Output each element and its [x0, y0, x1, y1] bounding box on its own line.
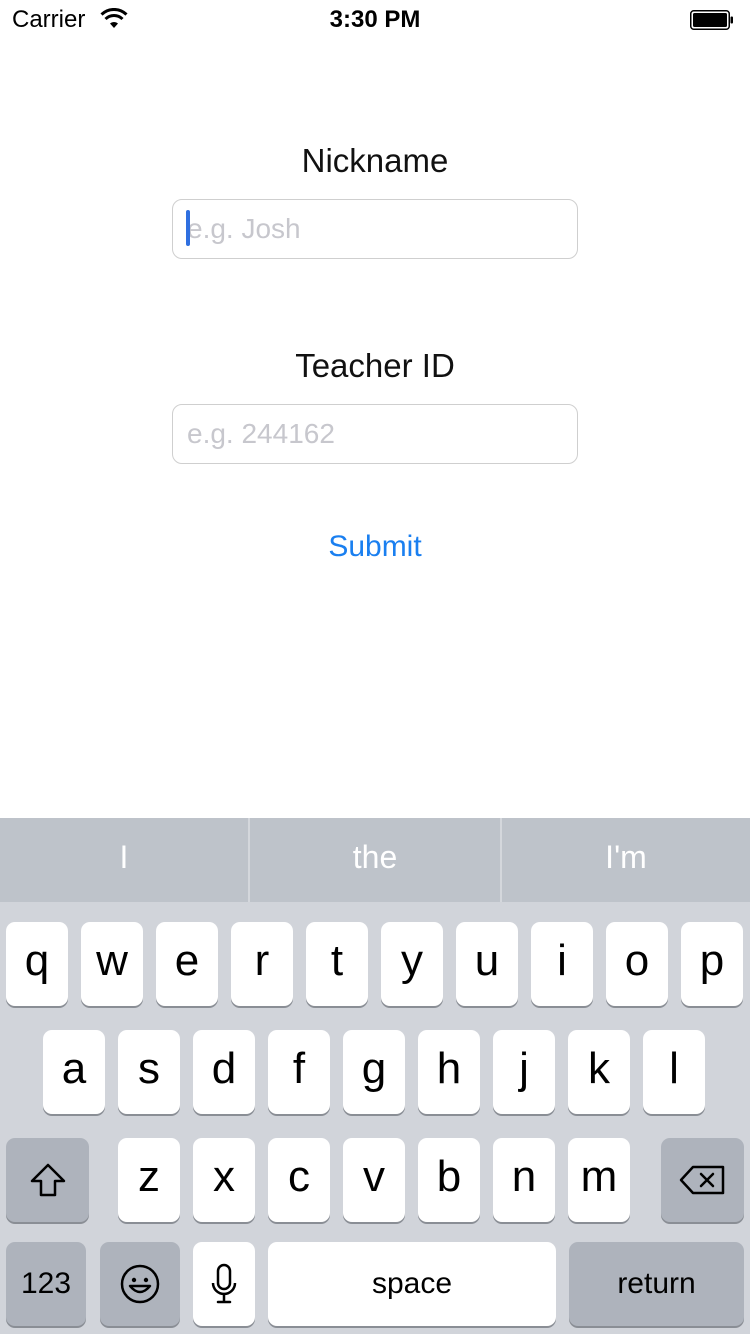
suggestion-1[interactable]: I — [0, 818, 248, 902]
space-key[interactable]: space — [268, 1242, 556, 1326]
key-y[interactable]: y — [381, 922, 443, 1006]
key-v[interactable]: v — [343, 1138, 405, 1222]
keyboard: I the I'm q w e r t y u i o p a s d f g … — [0, 818, 750, 1334]
text-cursor — [186, 210, 190, 246]
suggestion-2[interactable]: the — [250, 818, 500, 902]
status-bar: Carrier 3:30 PM — [0, 0, 750, 40]
microphone-icon — [211, 1263, 237, 1304]
key-n[interactable]: n — [493, 1138, 555, 1222]
nickname-input[interactable] — [173, 200, 577, 258]
teacher-id-field[interactable] — [172, 404, 578, 464]
key-x[interactable]: x — [193, 1138, 255, 1222]
key-k[interactable]: k — [568, 1030, 630, 1114]
delete-key[interactable] — [661, 1138, 744, 1222]
key-u[interactable]: u — [456, 922, 518, 1006]
teacher-id-label: Teacher ID — [295, 347, 455, 384]
key-w[interactable]: w — [81, 922, 143, 1006]
shift-icon — [30, 1163, 65, 1197]
key-f[interactable]: f — [268, 1030, 330, 1114]
teacher-id-input[interactable] — [173, 405, 577, 463]
battery-icon — [690, 10, 733, 30]
return-key[interactable]: return — [569, 1242, 744, 1326]
numbers-key[interactable]: 123 — [6, 1242, 86, 1326]
emoji-icon — [120, 1264, 160, 1304]
key-a[interactable]: a — [43, 1030, 105, 1114]
key-t[interactable]: t — [306, 922, 368, 1006]
key-p[interactable]: p — [681, 922, 743, 1006]
delete-icon — [679, 1165, 724, 1195]
key-z[interactable]: z — [118, 1138, 180, 1222]
emoji-key[interactable] — [100, 1242, 180, 1326]
microphone-key[interactable] — [193, 1242, 255, 1326]
key-l[interactable]: l — [643, 1030, 705, 1114]
key-s[interactable]: s — [118, 1030, 180, 1114]
key-o[interactable]: o — [606, 922, 668, 1006]
predictive-bar: I the I'm — [0, 818, 750, 902]
nickname-field[interactable] — [172, 199, 578, 259]
clock: 3:30 PM — [329, 6, 421, 33]
suggestion-3[interactable]: I'm — [502, 818, 750, 902]
key-m[interactable]: m — [568, 1138, 630, 1222]
nickname-label: Nickname — [301, 142, 449, 179]
shift-key[interactable] — [6, 1138, 89, 1222]
key-h[interactable]: h — [418, 1030, 480, 1114]
key-c[interactable]: c — [268, 1138, 330, 1222]
key-r[interactable]: r — [231, 922, 293, 1006]
submit-button[interactable]: Submit — [0, 530, 750, 564]
key-i[interactable]: i — [531, 922, 593, 1006]
key-g[interactable]: g — [343, 1030, 405, 1114]
key-b[interactable]: b — [418, 1138, 480, 1222]
key-j[interactable]: j — [493, 1030, 555, 1114]
key-q[interactable]: q — [6, 922, 68, 1006]
key-e[interactable]: e — [156, 922, 218, 1006]
key-d[interactable]: d — [193, 1030, 255, 1114]
